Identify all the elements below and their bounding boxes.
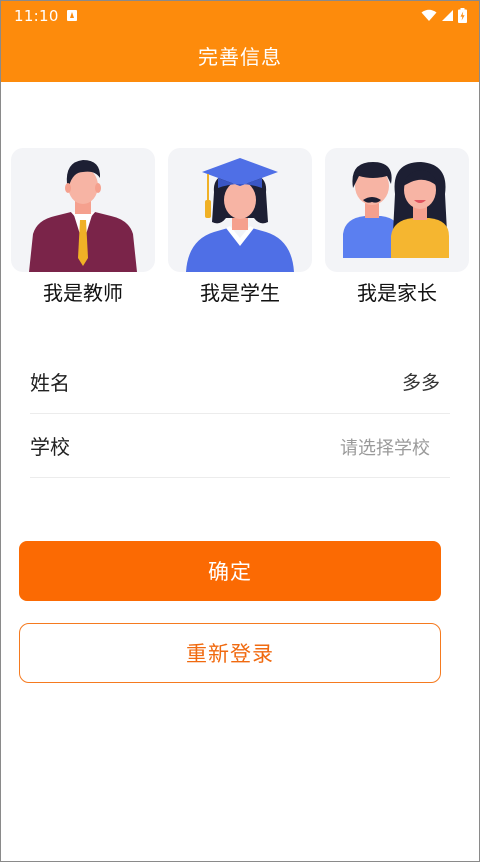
- header-bar: 11:10 完善信息: [1, 1, 479, 82]
- divider: [30, 413, 450, 414]
- relogin-button[interactable]: 重新登录: [19, 623, 441, 683]
- page-title: 完善信息: [198, 45, 282, 69]
- parent-illustration: [343, 162, 449, 258]
- role-card-teacher[interactable]: [11, 148, 155, 272]
- app-screen: 11:10 完善信息 我是教师 我是学生 我是家长 姓名 多多 学校 请选择学校…: [0, 0, 480, 862]
- role-card-parent[interactable]: [325, 148, 469, 272]
- confirm-button[interactable]: 确定: [19, 541, 441, 601]
- school-label: 学校: [30, 435, 70, 459]
- teacher-illustration: [29, 160, 137, 272]
- school-select[interactable]: 请选择学校: [340, 434, 430, 460]
- role-label-teacher[interactable]: 我是教师: [11, 277, 155, 306]
- school-row[interactable]: 学校 请选择学校: [30, 431, 450, 461]
- wifi-icon: [421, 9, 437, 21]
- battery-icon: [458, 7, 467, 23]
- name-row: 姓名 多多: [30, 367, 450, 397]
- role-label-student[interactable]: 我是学生: [168, 277, 312, 306]
- status-icons: [421, 7, 467, 23]
- divider: [30, 477, 450, 478]
- status-time: 11:10: [14, 7, 59, 25]
- role-card-student[interactable]: [168, 148, 312, 272]
- name-label: 姓名: [30, 371, 70, 395]
- a-notification-icon: [67, 10, 77, 21]
- name-field[interactable]: 多多: [402, 368, 440, 395]
- student-illustration: [186, 158, 294, 272]
- role-label-parent[interactable]: 我是家长: [325, 277, 469, 306]
- signal-icon: [442, 9, 453, 21]
